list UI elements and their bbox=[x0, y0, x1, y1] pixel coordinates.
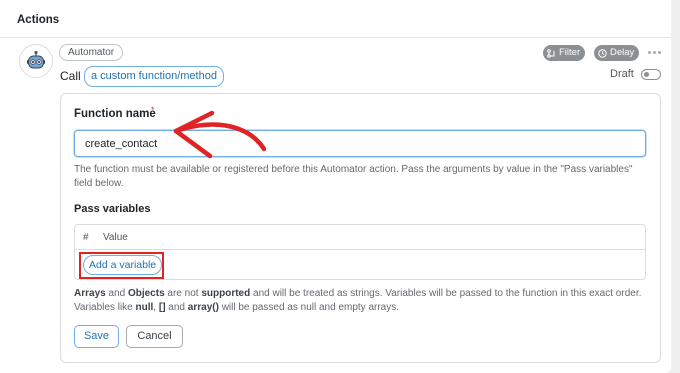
variables-table: # Value Add a variable bbox=[74, 224, 646, 280]
panel-title: Actions bbox=[17, 14, 60, 26]
integration-chip: Automator bbox=[59, 44, 124, 61]
filter-icon bbox=[547, 48, 555, 58]
clock-icon bbox=[598, 48, 607, 58]
add-variable-button[interactable]: Add a variable bbox=[83, 255, 163, 275]
filter-label: Filter bbox=[559, 47, 581, 58]
status-toggle[interactable] bbox=[641, 69, 661, 80]
function-name-input[interactable] bbox=[74, 130, 646, 157]
cancel-button[interactable]: Cancel bbox=[126, 325, 183, 348]
action-token[interactable]: a custom function/method bbox=[84, 66, 224, 87]
delay-button[interactable]: Delay bbox=[594, 45, 640, 61]
call-label: Call bbox=[60, 69, 81, 83]
filter-button[interactable]: Filter bbox=[543, 45, 586, 61]
actions-panel: Actions Automator Call a custom function… bbox=[0, 0, 671, 373]
required-mark: * bbox=[151, 105, 155, 115]
status-label: Draft bbox=[610, 68, 634, 80]
variables-table-header: # Value bbox=[75, 225, 645, 250]
panel-divider bbox=[0, 37, 671, 38]
function-name-label: Function name bbox=[74, 108, 156, 120]
pass-variables-label: Pass variables bbox=[74, 203, 151, 215]
variables-notes: Arrays and Objects are not supported and… bbox=[74, 288, 642, 313]
function-help-text: The function must be available or regist… bbox=[74, 164, 633, 189]
column-value: Value bbox=[103, 232, 128, 243]
column-number: # bbox=[83, 232, 89, 243]
more-icon[interactable] bbox=[648, 47, 662, 57]
delay-label: Delay bbox=[610, 47, 635, 58]
save-button[interactable]: Save bbox=[74, 325, 119, 348]
robot-icon bbox=[19, 44, 53, 78]
